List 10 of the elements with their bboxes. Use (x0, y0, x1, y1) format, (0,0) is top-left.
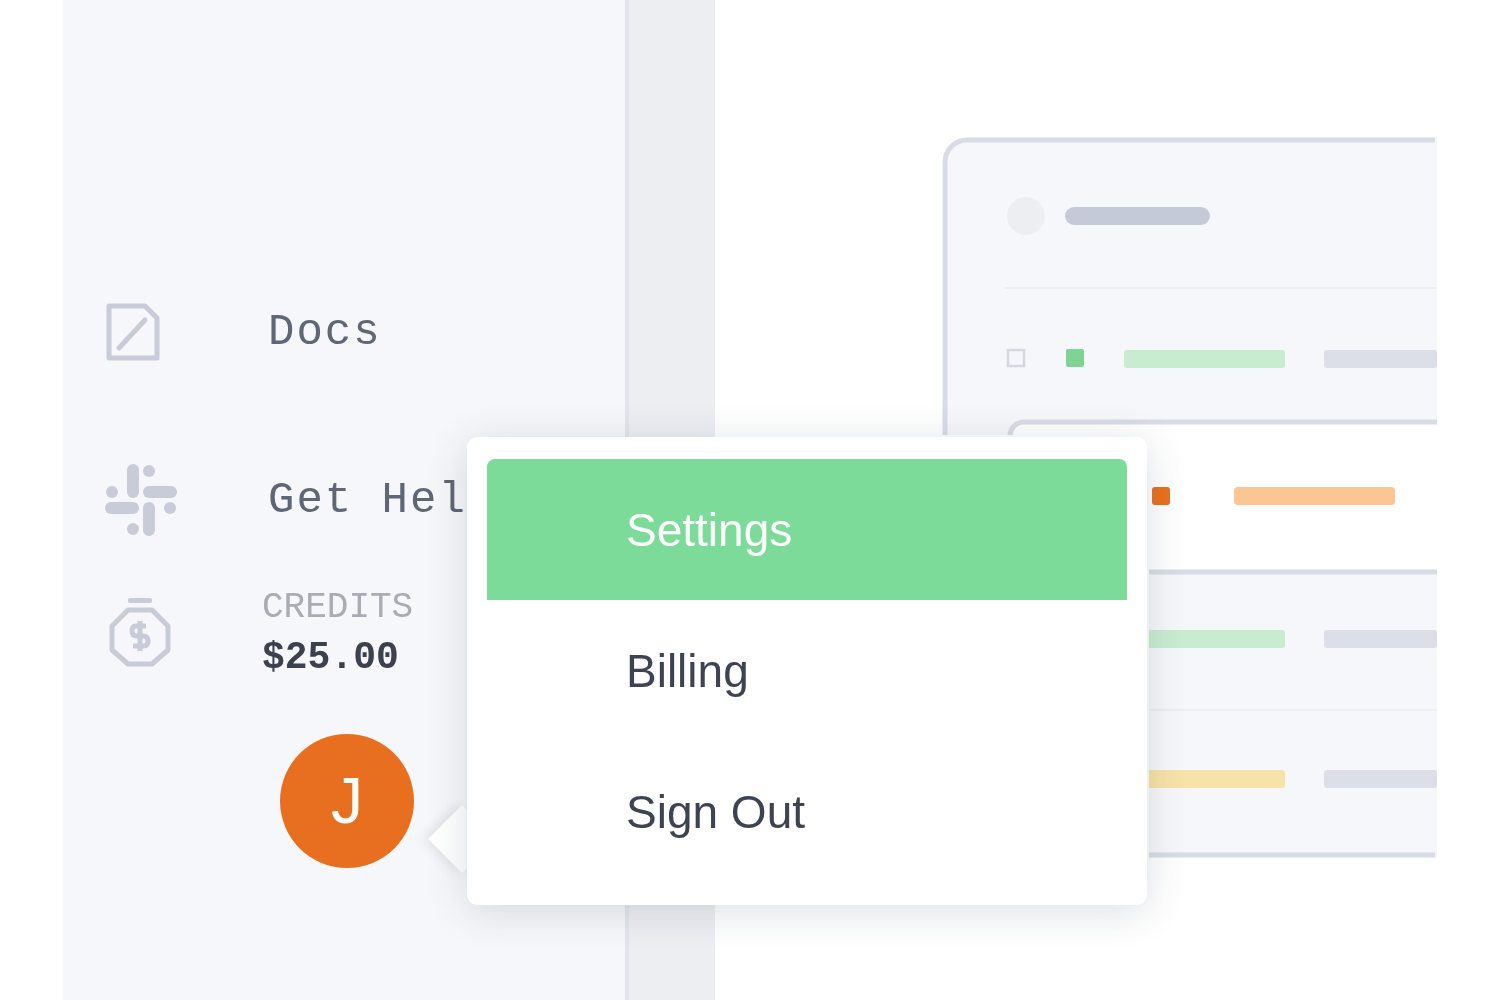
menu-item[interactable]: Sign Out (487, 741, 1127, 882)
credits-label: CREDITS (262, 586, 414, 630)
credits-amount: $25.00 (262, 635, 400, 681)
hash-grid-icon (105, 464, 177, 536)
sidebar-item[interactable]: Get Hel (268, 475, 467, 525)
menu-item[interactable]: Billing (487, 600, 1127, 741)
stopwatch-dollar-icon (108, 598, 172, 668)
user-avatar[interactable]: J (280, 734, 414, 868)
document-icon (105, 302, 161, 362)
sidebar-item[interactable]: Docs (268, 307, 382, 357)
